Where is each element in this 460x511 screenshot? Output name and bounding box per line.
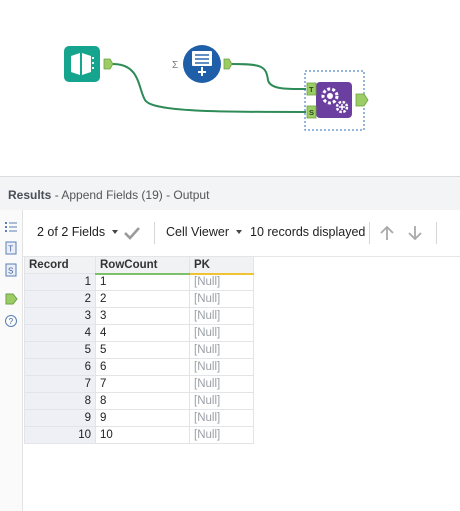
connection-generator-to-append-target[interactable] <box>231 63 307 91</box>
input-tool[interactable] <box>64 46 114 82</box>
record-cell: 3 <box>24 307 96 325</box>
source-anchor-label: S <box>8 267 13 276</box>
rowcount-cell[interactable]: 10 <box>95 426 190 444</box>
table-row[interactable]: 5 5 [Null] <box>24 341 254 359</box>
results-panel: T S ? 2 of 2 Fields Cell Viewer 10 recor… <box>0 210 460 511</box>
table-row[interactable]: 8 8 [Null] <box>24 392 254 410</box>
pk-cell[interactable]: [Null] <box>189 324 254 342</box>
rowcount-cell[interactable]: 3 <box>95 307 190 325</box>
checkmark-icon[interactable] <box>123 226 141 240</box>
pk-cell[interactable]: [Null] <box>189 341 254 359</box>
pk-cell[interactable]: [Null] <box>189 290 254 308</box>
results-subtitle: - Append Fields (19) - Output <box>51 188 210 202</box>
results-toolbar: 2 of 2 Fields Cell Viewer 10 records dis… <box>23 210 460 257</box>
record-cell: 10 <box>24 426 96 444</box>
append-source-label: S <box>309 108 314 117</box>
pk-cell[interactable]: [Null] <box>189 409 254 427</box>
pk-cell[interactable]: [Null] <box>189 375 254 393</box>
help-label: ? <box>9 317 14 326</box>
records-status: 10 records displayed <box>250 225 366 239</box>
record-cell: 6 <box>24 358 96 376</box>
pk-cell[interactable]: [Null] <box>189 358 254 376</box>
arrow-up-icon[interactable] <box>378 224 396 242</box>
output-anchor-icon[interactable] <box>4 292 18 306</box>
results-grid[interactable]: Record RowCount PK 1 1 [Null] 2 2 [Null] 3 3[… <box>24 256 254 444</box>
rowcount-cell[interactable]: 7 <box>95 375 190 393</box>
table-row[interactable]: 3 3 [Null] <box>24 307 254 325</box>
arrow-down-icon[interactable] <box>406 224 424 242</box>
table-row[interactable]: 1 1 [Null] <box>24 273 254 291</box>
generate-rows-tool[interactable]: Σ <box>172 45 233 83</box>
pk-cell[interactable]: [Null] <box>189 426 254 444</box>
append-target-label: T <box>309 85 314 94</box>
record-cell: 7 <box>24 375 96 393</box>
rowcount-cell[interactable]: 9 <box>95 409 190 427</box>
results-title: Results - Append Fields (19) - Output <box>8 188 209 202</box>
append-output-anchor[interactable] <box>355 93 369 107</box>
help-icon[interactable]: ? <box>4 314 18 328</box>
pk-cell[interactable]: [Null] <box>189 273 254 291</box>
append-fields-tool[interactable]: T S <box>304 70 369 131</box>
target-anchor-icon[interactable]: T <box>4 241 18 255</box>
grid-header-row: Record RowCount PK <box>24 256 254 275</box>
table-row[interactable]: 10 10 [Null] <box>24 426 254 444</box>
table-row[interactable]: 7 7 [Null] <box>24 375 254 393</box>
chevron-down-icon <box>112 229 119 234</box>
table-row[interactable]: 6 6 [Null] <box>24 358 254 376</box>
source-anchor-icon[interactable]: S <box>4 263 18 277</box>
viewer-selector[interactable]: Cell Viewer <box>166 225 242 239</box>
rowcount-cell[interactable]: 2 <box>95 290 190 308</box>
book-input-icon <box>71 53 94 75</box>
toolbar-divider <box>154 222 155 244</box>
record-cell: 4 <box>24 324 96 342</box>
generator-anchor-label: Σ <box>172 60 178 71</box>
results-label: Results <box>8 188 52 202</box>
chevron-down-icon <box>236 229 242 234</box>
record-cell: 8 <box>24 392 96 410</box>
record-cell: 1 <box>24 273 96 291</box>
viewer-selector-label: Cell Viewer <box>166 225 229 239</box>
record-cell: 5 <box>24 341 96 359</box>
record-cell: 9 <box>24 409 96 427</box>
rowcount-cell[interactable]: 8 <box>95 392 190 410</box>
table-row[interactable]: 4 4 [Null] <box>24 324 254 342</box>
fields-selector-label: 2 of 2 Fields <box>37 225 106 239</box>
results-side-rail: T S ? <box>0 210 23 511</box>
pk-cell[interactable]: [Null] <box>189 392 254 410</box>
table-row[interactable]: 9 9 [Null] <box>24 409 254 427</box>
column-header-rowcount[interactable]: RowCount <box>95 256 190 275</box>
rowcount-cell[interactable]: 4 <box>95 324 190 342</box>
target-anchor-label: T <box>8 245 13 254</box>
input-output-anchor[interactable] <box>103 58 114 70</box>
table-row[interactable]: 2 2 [Null] <box>24 290 254 308</box>
toolbar-divider <box>436 222 437 244</box>
fields-selector[interactable]: 2 of 2 Fields <box>37 225 119 239</box>
rowcount-cell[interactable]: 6 <box>95 358 190 376</box>
pk-cell[interactable]: [Null] <box>189 307 254 325</box>
rowcount-cell[interactable]: 1 <box>95 273 190 291</box>
rowcount-cell[interactable]: 5 <box>95 341 190 359</box>
workflow-canvas[interactable]: Σ T S <box>0 0 460 176</box>
column-header-pk[interactable]: PK <box>189 256 254 275</box>
results-header: Results - Append Fields (19) - Output <box>0 176 460 210</box>
column-header-record[interactable]: Record <box>24 256 96 274</box>
list-icon[interactable] <box>4 220 18 234</box>
toolbar-divider <box>369 222 370 244</box>
record-cell: 2 <box>24 290 96 308</box>
generator-output-anchor[interactable] <box>223 58 233 70</box>
